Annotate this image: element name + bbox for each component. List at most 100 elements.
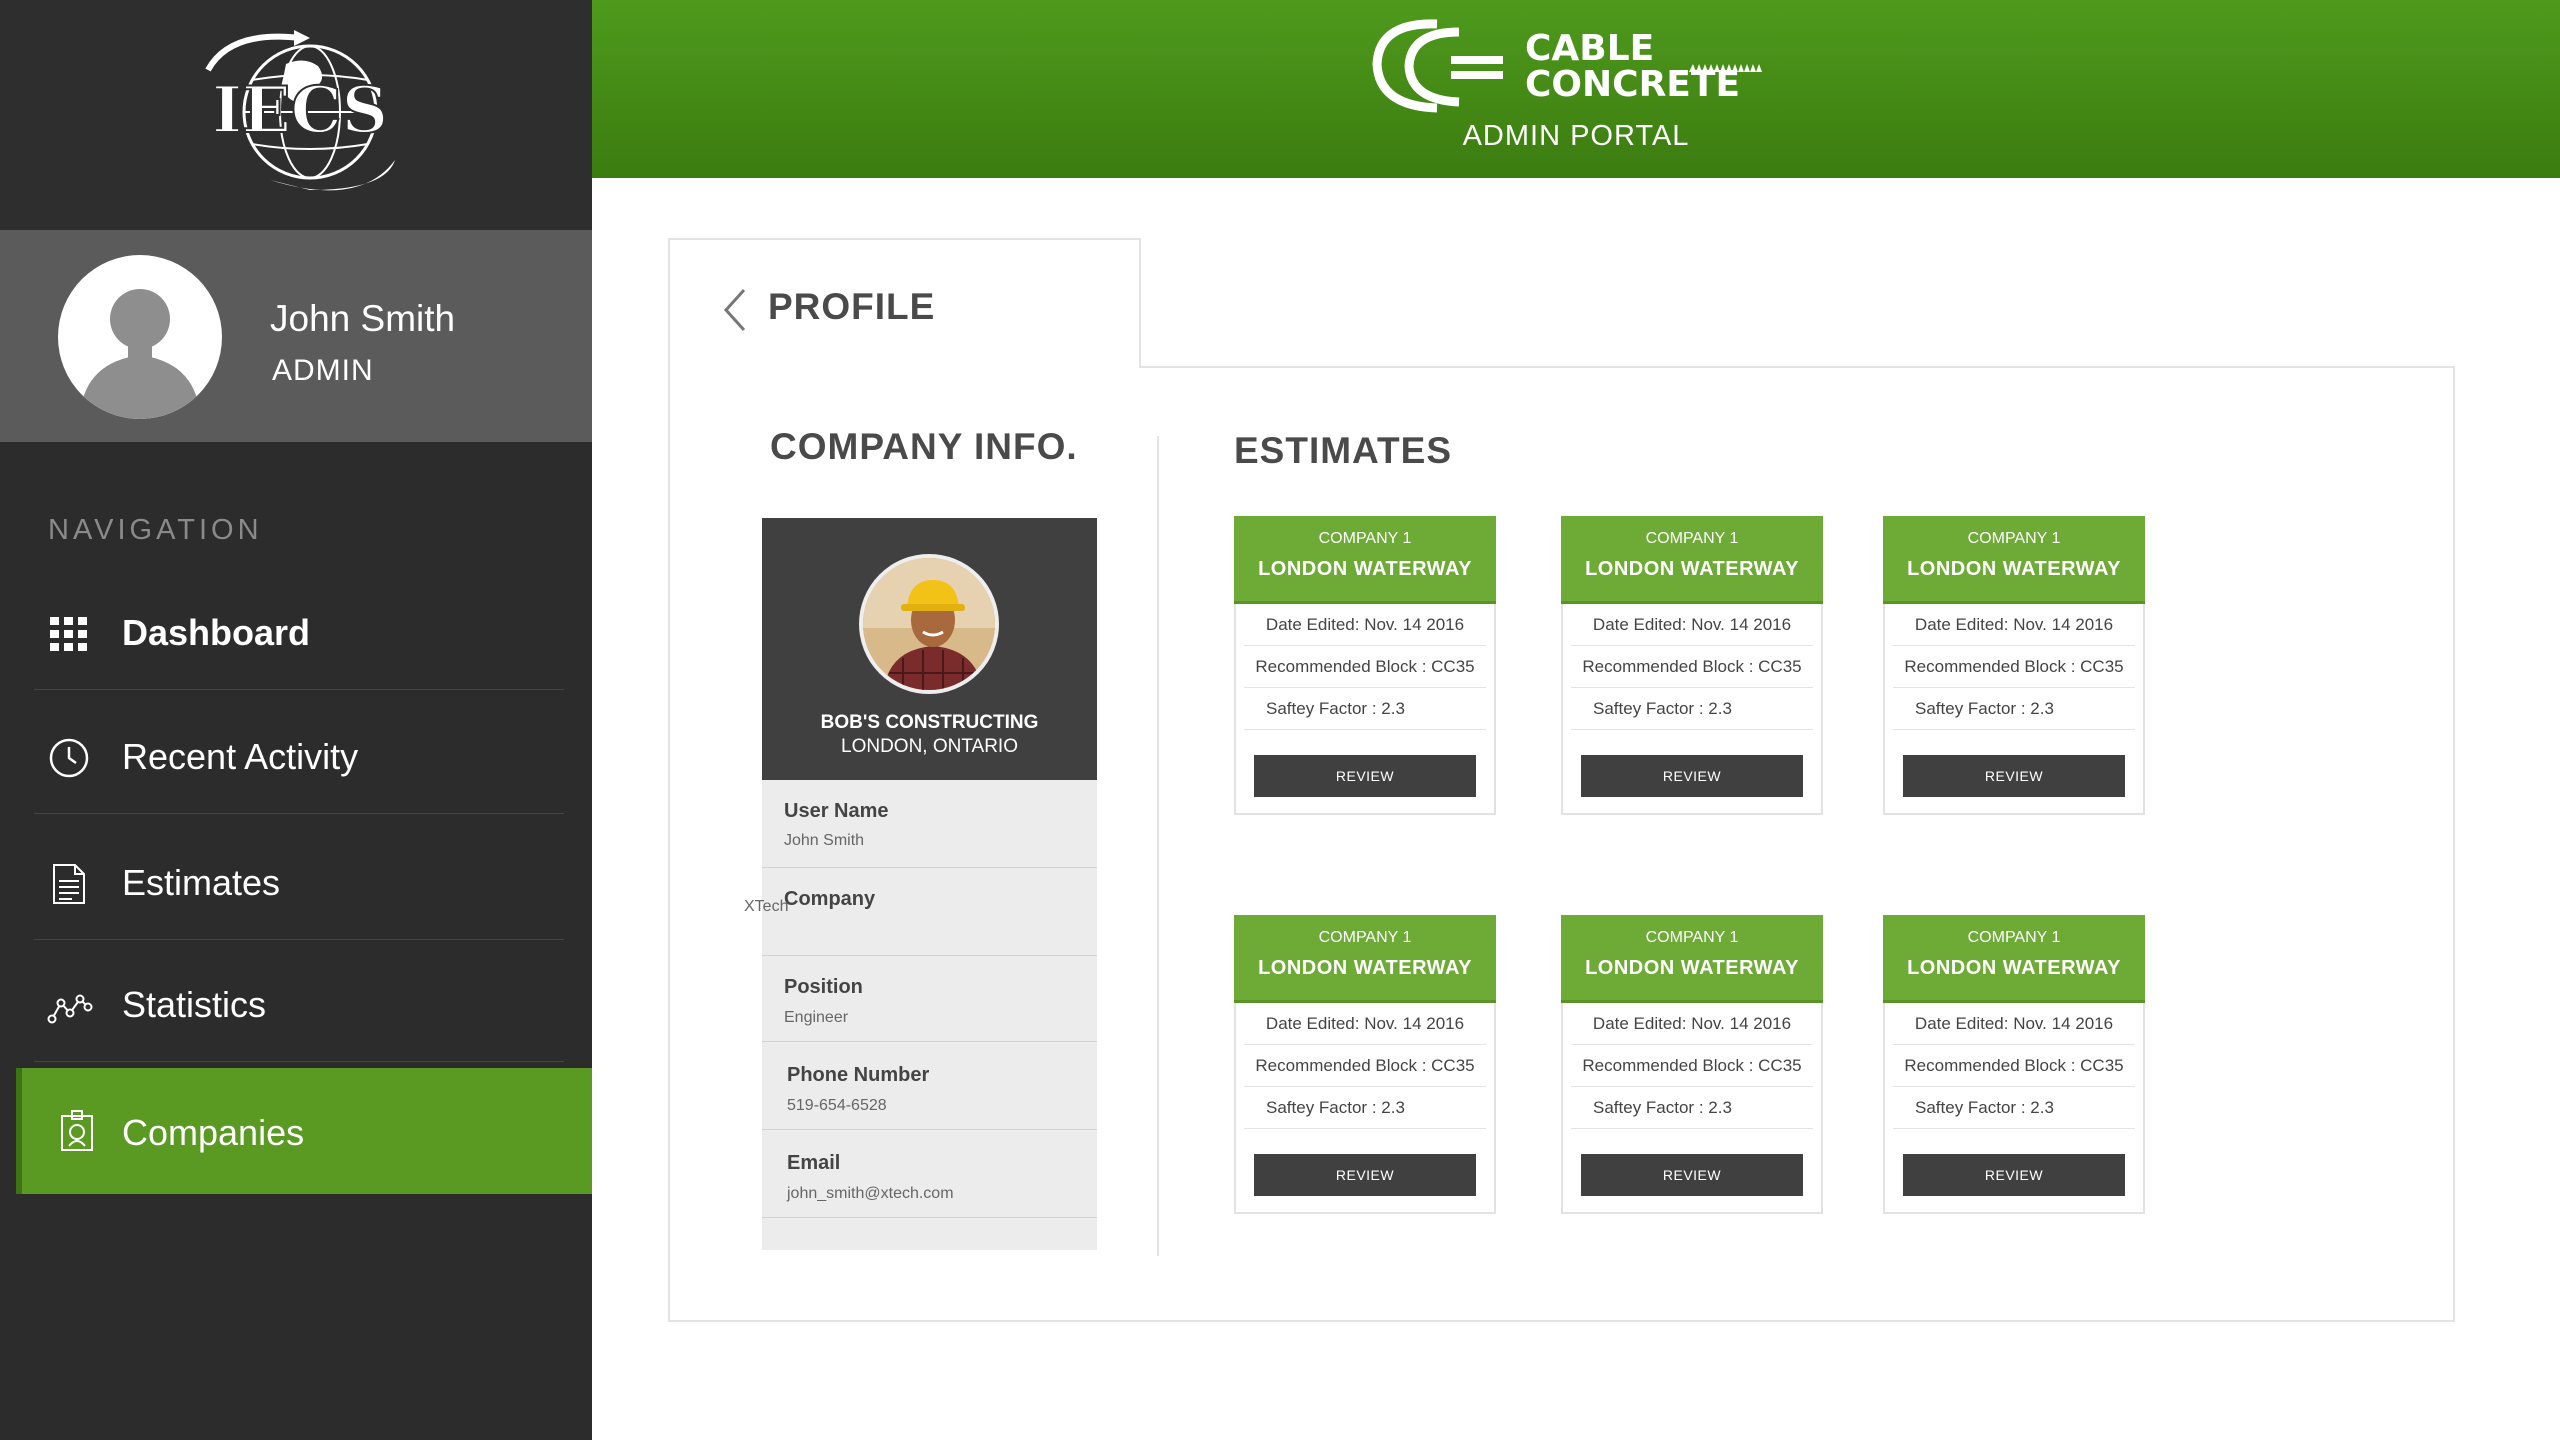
sidebar-item-label: Recent Activity (122, 736, 359, 777)
company-name: BOB'S CONSTRUCTING (820, 712, 1039, 733)
user-name: John Smith (270, 298, 456, 339)
estimate-title: LONDON WATERWAY (1585, 558, 1799, 580)
page-title: PROFILE (768, 286, 936, 327)
info-row-phone: Phone Number 519-654-6528 (762, 1042, 1097, 1130)
logo-line-concrete: CONCRETE (1525, 64, 1740, 105)
sidebar-item-recent-activity[interactable]: Recent Activity (34, 700, 564, 814)
info-label: Phone Number (787, 1064, 930, 1086)
logo-line-cable: CABLE (1525, 28, 1654, 69)
estimate-card: COMPANY 1 LONDON WATERWAY Date Edited: N… (1561, 516, 1823, 815)
review-button[interactable]: REVIEW (1581, 755, 1803, 797)
estimate-card: COMPANY 1 LONDON WATERWAY Date Edited: N… (1561, 915, 1823, 1214)
clock-icon (49, 738, 89, 778)
company-value: XTech (744, 898, 789, 915)
user-panel: John Smith ADMIN (0, 230, 592, 442)
estimate-date: Date Edited: Nov. 14 2016 (1893, 1003, 2135, 1045)
header: CABLE CONCRETE ADMIN PORTAL (592, 0, 2560, 178)
info-row-position: Position Engineer (762, 956, 1097, 1042)
nav-heading: NAVIGATION (48, 514, 263, 546)
estimate-company: COMPANY 1 (1645, 929, 1739, 946)
estimate-card-header: COMPANY 1 LONDON WATERWAY (1561, 915, 1823, 1003)
sidebar-item-label: Dashboard (122, 612, 311, 653)
estimate-block: Recommended Block : CC35 (1244, 1045, 1486, 1087)
sidebar-item-label: Statistics (122, 984, 267, 1025)
info-row-company: Company (762, 868, 1097, 956)
estimate-block: Recommended Block : CC35 (1571, 646, 1813, 688)
estimate-company: COMPANY 1 (1318, 929, 1412, 946)
estimate-block: Recommended Block : CC35 (1893, 1045, 2135, 1087)
tab-join (670, 362, 1139, 370)
estimate-safety: Saftey Factor : 2.3 (1244, 1087, 1486, 1129)
info-value: Engineer (784, 1009, 849, 1026)
estimate-card: COMPANY 1 LONDON WATERWAY Date Edited: N… (1883, 915, 2145, 1214)
review-button[interactable]: REVIEW (1254, 1154, 1476, 1196)
estimate-date: Date Edited: Nov. 14 2016 (1571, 604, 1813, 646)
estimate-title: LONDON WATERWAY (1907, 957, 2121, 979)
review-button[interactable]: REVIEW (1254, 755, 1476, 797)
estimate-title: LONDON WATERWAY (1907, 558, 2121, 580)
estimate-block: Recommended Block : CC35 (1571, 1045, 1813, 1087)
estimate-safety: Saftey Factor : 2.3 (1893, 1087, 2135, 1129)
estimates-heading: ESTIMATES (1234, 430, 1452, 471)
review-button[interactable]: REVIEW (1903, 1154, 2125, 1196)
avatar[interactable] (58, 255, 222, 419)
cable-concrete-logo[interactable]: CABLE CONCRETE (1367, 16, 1797, 120)
info-label: Email (787, 1152, 841, 1174)
iecs-logo[interactable]: IECS (190, 30, 410, 200)
company-photo (859, 554, 999, 694)
estimate-block: Recommended Block : CC35 (1893, 646, 2135, 688)
estimate-card-header: COMPANY 1 LONDON WATERWAY (1883, 516, 2145, 604)
estimate-card-header: COMPANY 1 LONDON WATERWAY (1883, 915, 2145, 1003)
estimate-card-header: COMPANY 1 LONDON WATERWAY (1234, 915, 1496, 1003)
sidebar-item-label: Estimates (122, 862, 281, 903)
brand-area: IECS (0, 0, 592, 230)
grid-icon (50, 617, 87, 651)
company-info-heading: COMPANY INFO. (770, 426, 1078, 467)
company-card: BOB'S CONSTRUCTING LONDON, ONTARIO User … (762, 518, 1097, 1250)
estimate-safety: Saftey Factor : 2.3 (1571, 688, 1813, 730)
line-graph-icon (47, 994, 93, 1024)
review-button[interactable]: REVIEW (1903, 755, 2125, 797)
info-label: User Name (784, 800, 889, 822)
sidebar-item-companies[interactable]: Companies (16, 1068, 592, 1194)
sidebar: IECS John Smith ADMIN NAVIGATION Dashboa… (0, 0, 592, 1440)
company-city: LONDON, ONTARIO (841, 736, 1018, 757)
tab-profile[interactable]: PROFILE (668, 238, 1141, 368)
sidebar-item-dashboard[interactable]: Dashboard (34, 576, 564, 690)
estimate-date: Date Edited: Nov. 14 2016 (1571, 1003, 1813, 1045)
estimate-date: Date Edited: Nov. 14 2016 (1244, 604, 1486, 646)
estimate-company: COMPANY 1 (1967, 929, 2061, 946)
estimate-date: Date Edited: Nov. 14 2016 (1244, 1003, 1486, 1045)
info-label: Company (784, 888, 876, 910)
user-role: ADMIN (272, 354, 374, 387)
sidebar-item-estimates[interactable]: Estimates (34, 826, 564, 940)
estimate-card: COMPANY 1 LONDON WATERWAY Date Edited: N… (1883, 516, 2145, 815)
column-divider (1157, 436, 1159, 1256)
info-row-user-name: User Name John Smith (762, 780, 1097, 868)
estimate-company: COMPANY 1 (1318, 530, 1412, 547)
chevron-left-icon[interactable] (722, 288, 748, 332)
estimate-title: LONDON WATERWAY (1258, 957, 1472, 979)
portal-title: ADMIN PORTAL (1462, 120, 1690, 152)
estimate-card: COMPANY 1 LONDON WATERWAY Date Edited: N… (1234, 516, 1496, 815)
estimate-safety: Saftey Factor : 2.3 (1893, 688, 2135, 730)
id-badge-icon (61, 1110, 93, 1151)
estimate-title: LONDON WATERWAY (1258, 558, 1472, 580)
info-row-email: Email john_smith@xtech.com (762, 1130, 1097, 1218)
estimate-company: COMPANY 1 (1645, 530, 1739, 547)
company-card-header: BOB'S CONSTRUCTING LONDON, ONTARIO (762, 518, 1097, 780)
review-button[interactable]: REVIEW (1581, 1154, 1803, 1196)
estimate-safety: Saftey Factor : 2.3 (1571, 1087, 1813, 1129)
avatar-silhouette-icon (80, 289, 200, 419)
estimate-card-header: COMPANY 1 LONDON WATERWAY (1234, 516, 1496, 604)
info-value: 519-654-6528 (787, 1097, 887, 1114)
estimate-safety: Saftey Factor : 2.3 (1244, 688, 1486, 730)
sidebar-item-statistics[interactable]: Statistics (34, 948, 564, 1062)
estimate-card-header: COMPANY 1 LONDON WATERWAY (1561, 516, 1823, 604)
estimate-block: Recommended Block : CC35 (1244, 646, 1486, 688)
estimate-date: Date Edited: Nov. 14 2016 (1893, 604, 2135, 646)
estimate-card: COMPANY 1 LONDON WATERWAY Date Edited: N… (1234, 915, 1496, 1214)
estimate-title: LONDON WATERWAY (1585, 957, 1799, 979)
estimate-company: COMPANY 1 (1967, 530, 2061, 547)
sidebar-item-label: Companies (122, 1112, 305, 1153)
